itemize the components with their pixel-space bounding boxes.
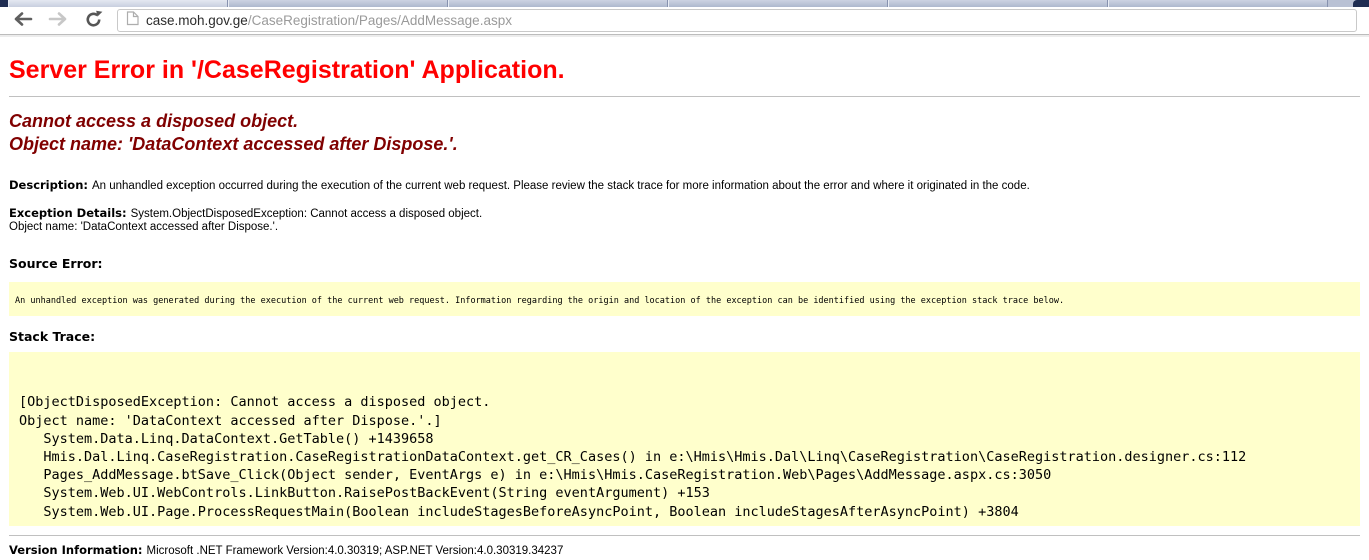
back-arrow-icon	[13, 12, 33, 29]
stack-trace-text: [ObjectDisposedException: Cannot access …	[19, 357, 1350, 521]
exception-details-paragraph: Exception Details: System.ObjectDisposed…	[9, 207, 1360, 234]
browser-toolbar: case.moh.gov.ge/CaseRegistration/Pages/A…	[0, 7, 1369, 35]
stack-trace-heading: Stack Trace:	[9, 330, 1360, 345]
error-subtitle: Cannot access a disposed object. Object …	[9, 110, 1360, 156]
browser-tab-strip	[0, 0, 1369, 7]
reload-icon	[84, 10, 103, 32]
address-bar[interactable]: case.moh.gov.ge/CaseRegistration/Pages/A…	[117, 9, 1357, 32]
url-text[interactable]: case.moh.gov.ge/CaseRegistration/Pages/A…	[146, 13, 512, 28]
exception-details-label: Exception Details:	[9, 206, 131, 220]
version-info-label: Version Information:	[9, 543, 147, 557]
exception-details-line1: System.ObjectDisposedException: Cannot a…	[131, 208, 483, 220]
stack-trace-label: Stack Trace:	[9, 329, 95, 344]
window-frame-corner-right	[1353, 0, 1369, 7]
description-paragraph: Description: An unhandled exception occu…	[9, 179, 1360, 193]
error-message-line2: Object name: 'DataContext accessed after…	[9, 133, 1360, 156]
browser-tab[interactable]	[1108, 0, 1328, 7]
version-info-text: Microsoft .NET Framework Version:4.0.303…	[147, 545, 564, 557]
source-error-text: An unhandled exception was generated dur…	[15, 296, 1064, 306]
window-frame-corner-left	[0, 0, 8, 7]
source-error-box: An unhandled exception was generated dur…	[9, 282, 1360, 316]
browser-tab[interactable]	[668, 0, 888, 7]
url-path: /CaseRegistration/Pages/AddMessage.aspx	[248, 13, 512, 28]
description-label: Description:	[9, 178, 92, 192]
forward-arrow-icon	[48, 12, 68, 29]
page-document-icon	[126, 11, 139, 31]
divider	[9, 535, 1360, 536]
version-info: Version Information: Microsoft .NET Fram…	[9, 543, 1360, 558]
description-text: An unhandled exception occurred during t…	[92, 180, 1030, 192]
stack-trace-box: [ObjectDisposedException: Cannot access …	[9, 352, 1360, 526]
page-title: Server Error in '/CaseRegistration' Appl…	[9, 55, 1360, 85]
url-domain: case.moh.gov.ge	[146, 13, 248, 28]
browser-tab[interactable]	[448, 0, 668, 7]
browser-chrome: case.moh.gov.ge/CaseRegistration/Pages/A…	[0, 0, 1369, 35]
source-error-heading: Source Error:	[9, 257, 1360, 272]
back-button[interactable]	[12, 10, 34, 32]
reload-button[interactable]	[82, 10, 104, 32]
browser-tab[interactable]	[228, 0, 448, 7]
browser-tab[interactable]	[8, 0, 228, 7]
forward-button[interactable]	[47, 10, 69, 32]
error-message-line1: Cannot access a disposed object.	[9, 110, 1360, 133]
divider	[9, 96, 1360, 97]
exception-details-line2: Object name: 'DataContext accessed after…	[9, 221, 1360, 234]
browser-tab[interactable]	[888, 0, 1108, 7]
source-error-label: Source Error:	[9, 256, 103, 271]
error-page: Server Error in '/CaseRegistration' Appl…	[0, 55, 1369, 558]
